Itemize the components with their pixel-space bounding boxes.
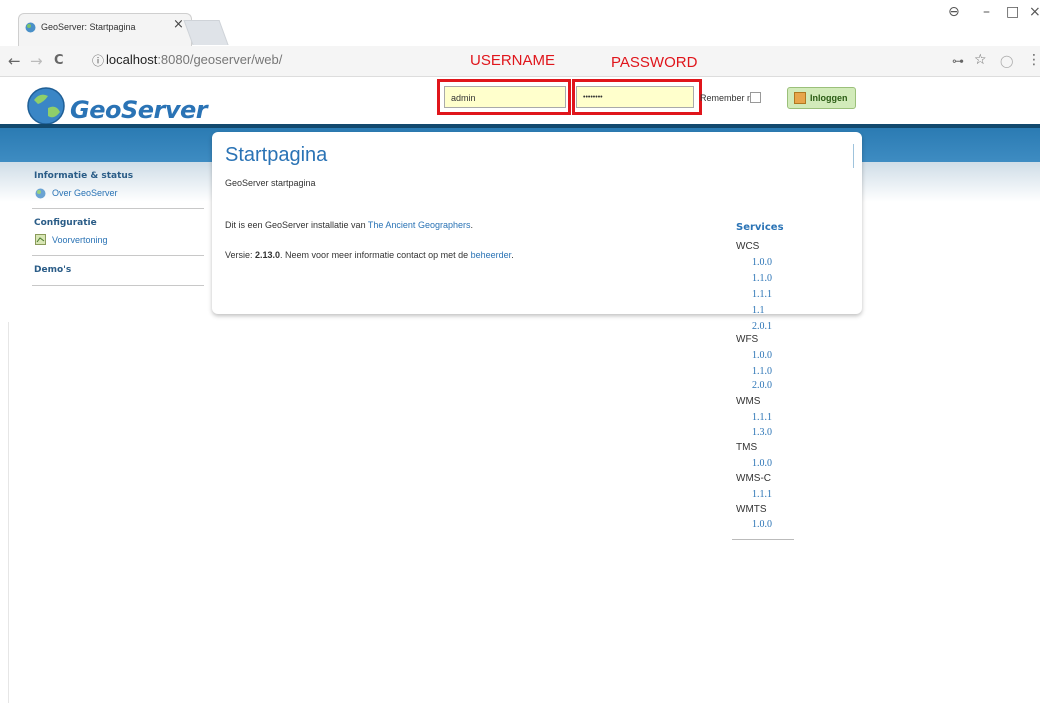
url-path: :8080/geoserver/web/ [157,52,283,67]
minimize-button[interactable]: – [983,4,990,20]
sidebar-section-informatie: Informatie & status [34,171,134,181]
version-info: Versie: 2.13.0. Neem voor meer informati… [225,250,514,260]
organization-link[interactable]: The Ancient Geographers [368,220,471,230]
sidebar-divider [32,285,204,286]
login-button-label: Inloggen [810,93,848,103]
key-icon[interactable]: ⊶ [952,54,964,68]
username-annotation: USERNAME [470,52,556,69]
version-suffix: . [511,250,514,260]
service-version-link[interactable]: 1.0.0 [752,257,772,268]
service-version-link[interactable]: 1.1.0 [752,366,772,377]
page-title: Startpagina [225,144,328,166]
username-input[interactable]: admin [444,86,566,108]
service-version-link[interactable]: 1.1 [752,305,765,316]
login-key-icon [794,92,806,104]
page-left-edge [8,322,9,703]
sidebar-item-over-geoserver[interactable]: Over GeoServer [52,188,118,198]
remember-me-checkbox[interactable] [750,92,761,103]
service-wms: WMS [736,396,761,407]
sidebar-section-demos[interactable]: Demo's [34,265,71,275]
close-window-button[interactable]: × [1029,4,1040,20]
about-globe-icon [35,188,46,199]
service-version-link[interactable]: 1.0.0 [752,458,772,469]
service-version-link[interactable]: 1.1.1 [752,289,772,300]
page-subtitle: GeoServer startpagina [225,178,316,188]
login-button[interactable]: Inloggen [787,87,856,109]
service-version-link[interactable]: 1.0.0 [752,350,772,361]
service-wcs: WCS [736,241,760,252]
service-tms: TMS [736,442,758,453]
browser-tab[interactable]: GeoServer: Startpagina × [18,13,192,46]
url-host: localhost [106,52,158,67]
new-tab-button[interactable] [183,20,229,45]
service-version-link[interactable]: 1.1.1 [752,489,772,500]
version-mid: . Neem voor meer informatie contact op m… [280,250,471,260]
logo-text[interactable]: GeoServer [70,96,208,124]
service-version-link[interactable]: 2.0.1 [752,321,772,332]
info-icon[interactable]: ⓘ [92,52,104,69]
sidebar-item-voorvertoning[interactable]: Voorvertoning [52,235,108,245]
extension-icon[interactable]: ◯ [1000,54,1013,68]
browser-tabstrip: GeoServer: Startpagina × ⊖ – □ × [0,0,1040,46]
url-text: localhost:8080/geoserver/web/ [106,52,282,67]
panel-scroll-line [853,144,854,168]
geoserver-favicon-icon [25,22,36,33]
sidebar-divider [32,255,204,256]
back-button[interactable]: ← [8,52,21,70]
service-version-link[interactable]: 1.3.0 [752,427,772,438]
sidebar-divider [32,208,204,209]
install-prefix: Dit is een GeoServer installatie van [225,220,368,230]
bookmark-star-icon[interactable]: ☆ [974,52,987,68]
maximize-button[interactable]: □ [1006,4,1019,20]
reload-button[interactable]: C [54,53,64,68]
sidebar-section-configuratie: Configuratie [34,218,97,228]
service-version-link[interactable]: 1.0.0 [752,519,772,530]
version-prefix: Versie: [225,250,256,260]
preview-map-icon [35,234,46,245]
service-wfs: WFS [736,334,759,345]
profile-icon[interactable]: ⊖ [948,4,960,20]
geoserver-globe-icon [27,87,65,125]
admin-contact-link[interactable]: beheerder [471,250,512,260]
service-wms-c: WMS-C [736,473,771,484]
service-wmts: WMTS [736,504,767,515]
forward-button[interactable]: → [30,52,43,70]
version-number: 2.13.0 [255,250,281,260]
services-divider [732,539,794,540]
tab-title: GeoServer: Startpagina [41,22,136,32]
password-input[interactable]: •••••••• [576,86,694,108]
password-annotation: PASSWORD [611,54,698,71]
service-version-link[interactable]: 1.1.1 [752,412,772,423]
service-version-link[interactable]: 2.0.0 [752,380,772,391]
services-title: Services [736,222,784,233]
service-version-link[interactable]: 1.1.0 [752,273,772,284]
install-suffix: . [470,220,473,230]
install-info: Dit is een GeoServer installatie van The… [225,220,473,230]
browser-menu-icon[interactable]: ⋮ [1027,52,1040,68]
